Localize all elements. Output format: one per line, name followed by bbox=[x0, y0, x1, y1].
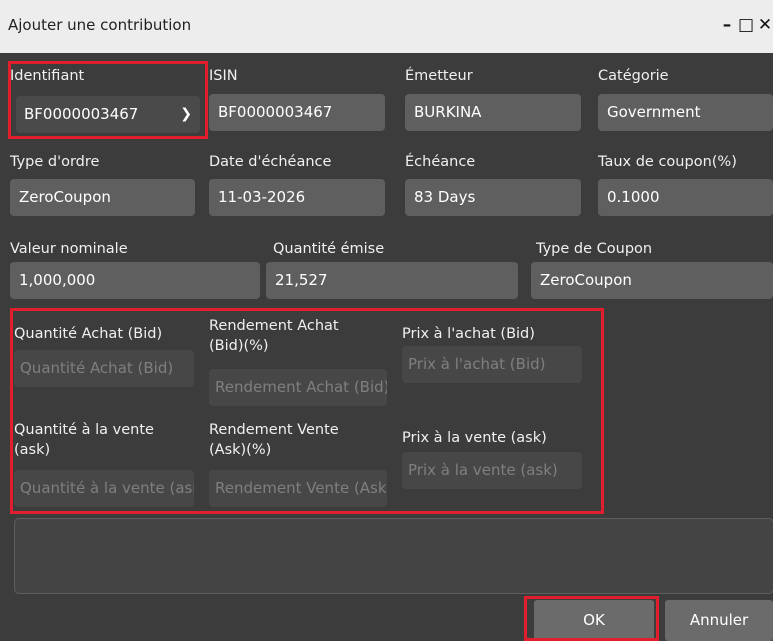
price-bid-label: Prix à l'achat (Bid) bbox=[402, 326, 535, 342]
window-title: Ajouter une contribution bbox=[8, 16, 192, 34]
isin-field[interactable]: BF0000003467 bbox=[209, 94, 385, 131]
emetteur-label: Émetteur bbox=[405, 68, 473, 84]
price-ask-input[interactable]: Prix à la vente (ask) bbox=[402, 452, 582, 489]
yield-bid-label-line1: Rendement Achat bbox=[209, 318, 339, 334]
type-coupon-label: Type de Coupon bbox=[536, 241, 653, 257]
type-ordre-label: Type d'ordre bbox=[10, 154, 100, 170]
maximize-icon[interactable]: □ bbox=[736, 10, 756, 38]
taux-coupon-field[interactable]: 0.1000 bbox=[598, 179, 773, 216]
qty-ask-label-line2: (ask) bbox=[14, 442, 51, 458]
echeance-label: Échéance bbox=[405, 154, 476, 170]
valeur-nominale-field[interactable]: 1,000,000 bbox=[10, 262, 260, 299]
yield-bid-label-line2: (Bid)(%) bbox=[209, 338, 269, 354]
yield-bid-input[interactable]: Rendement Achat (Bid)(%) bbox=[209, 369, 387, 406]
quantite-emise-field[interactable]: 21,527 bbox=[266, 262, 518, 299]
categorie-field[interactable]: Government bbox=[598, 94, 773, 131]
yield-ask-label-line1: Rendement Vente bbox=[209, 422, 339, 438]
ok-highlight bbox=[524, 596, 659, 641]
yield-ask-label-line2: (Ask)(%) bbox=[209, 442, 272, 458]
title-bar: Ajouter une contribution – □ ✕ bbox=[0, 0, 773, 53]
date-echeance-label: Date d'échéance bbox=[209, 154, 332, 170]
minimize-icon[interactable]: – bbox=[717, 10, 737, 38]
quantite-emise-label: Quantité émise bbox=[273, 241, 385, 257]
categorie-label: Catégorie bbox=[598, 68, 669, 84]
type-coupon-field[interactable]: ZeroCoupon bbox=[531, 262, 773, 299]
date-echeance-field[interactable]: 11-03-2026 bbox=[209, 179, 385, 216]
taux-coupon-label: Taux de coupon(%) bbox=[598, 154, 737, 170]
identifiant-highlight bbox=[8, 61, 208, 139]
type-ordre-field[interactable]: ZeroCoupon bbox=[10, 179, 195, 216]
close-icon[interactable]: ✕ bbox=[755, 10, 773, 38]
price-ask-label: Prix à la vente (ask) bbox=[402, 430, 547, 446]
qty-bid-label: Quantité Achat (Bid) bbox=[14, 326, 163, 342]
valeur-nominale-label: Valeur nominale bbox=[10, 241, 128, 257]
qty-ask-label-line1: Quantité à la vente bbox=[14, 422, 154, 438]
emetteur-field[interactable]: BURKINA bbox=[405, 94, 581, 131]
yield-ask-input[interactable]: Rendement Vente (Ask)(%) bbox=[209, 470, 387, 507]
isin-label: ISIN bbox=[209, 68, 238, 84]
cancel-button[interactable]: Annuler bbox=[665, 600, 773, 641]
qty-bid-input[interactable]: Quantité Achat (Bid) bbox=[14, 350, 194, 387]
qty-ask-input[interactable]: Quantité à la vente (ask) bbox=[14, 470, 194, 507]
echeance-field[interactable]: 83 Days bbox=[405, 179, 581, 216]
comment-textarea[interactable] bbox=[14, 518, 773, 594]
price-bid-input[interactable]: Prix à l'achat (Bid) bbox=[402, 346, 582, 383]
